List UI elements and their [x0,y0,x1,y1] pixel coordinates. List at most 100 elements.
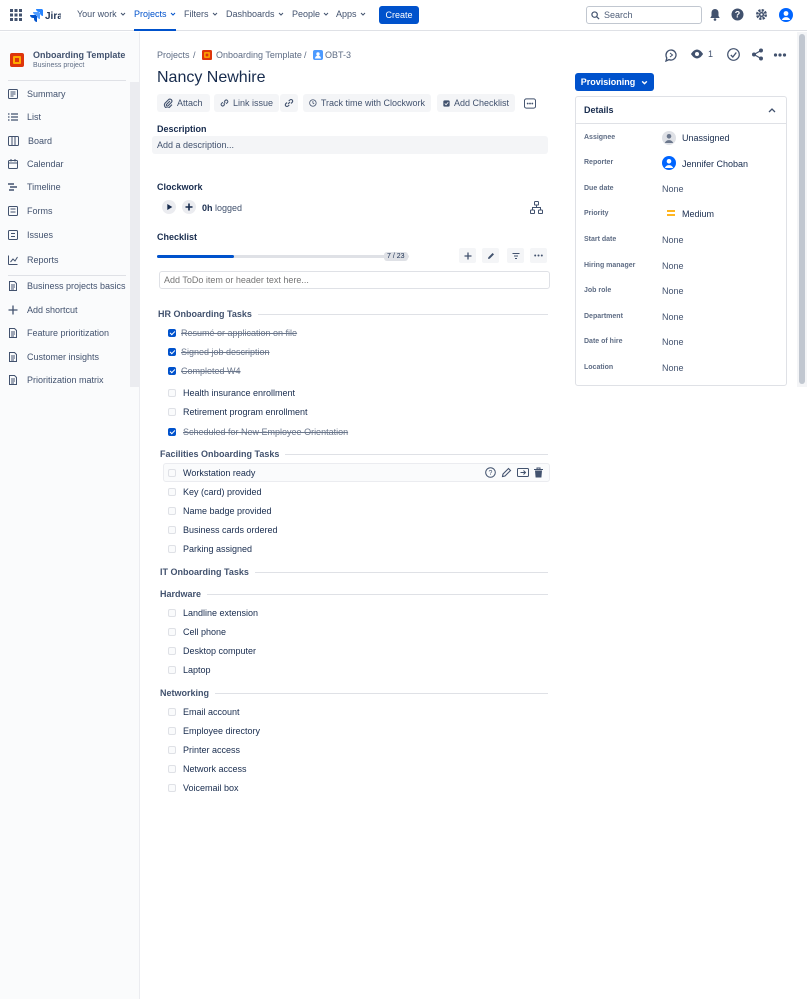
start-timer-icon[interactable] [162,200,176,214]
sidebar-item-board[interactable]: Board [8,131,126,151]
details-header[interactable]: Details [576,97,786,124]
checklist-item[interactable]: Landline extension [183,608,258,618]
due-date-value[interactable]: None [662,184,684,194]
item-checkbox[interactable] [168,488,176,496]
item-checkbox[interactable] [168,784,176,792]
item-checkbox[interactable] [168,746,176,754]
log-work-icon[interactable] [182,200,196,214]
jira-logo[interactable]: Jira [29,8,61,22]
checklist-item[interactable]: Parking assigned [183,544,252,554]
checklist-header-hr[interactable]: HR Onboarding Tasks [158,309,258,319]
item-checkbox[interactable] [168,647,176,655]
nav-your-work[interactable]: Your work [77,9,126,19]
job-role-value[interactable]: None [662,286,684,296]
checklist-item[interactable]: Scheduled for New Employee Orientation [183,427,348,437]
checklist-item[interactable]: Signed job description [181,347,270,357]
apps-button[interactable] [520,94,540,112]
issue-title[interactable]: Nancy Newhire [157,69,265,87]
item-move-icon[interactable] [517,467,529,478]
project-avatar[interactable] [10,53,24,67]
nav-apps[interactable]: Apps [336,9,366,19]
location-value[interactable]: None [662,363,684,373]
watch-button[interactable]: 1 [690,48,713,60]
item-checkbox[interactable] [168,727,176,735]
item-checkbox[interactable] [168,628,176,636]
user-avatar[interactable] [779,8,793,22]
search-box[interactable] [586,6,702,24]
item-checkbox[interactable] [168,765,176,773]
app-switcher-icon[interactable] [10,9,22,21]
details-scrollbar-thumb[interactable] [799,34,805,384]
checklist-item[interactable]: Health insurance enrollment [183,388,295,398]
status-button[interactable]: Provisioning [575,73,654,91]
notifications-icon[interactable] [709,8,721,21]
sidebar-item-list[interactable]: List [8,107,126,127]
sidebar-item-forms[interactable]: Forms [8,201,126,221]
nav-projects[interactable]: Projects [134,9,176,31]
attach-button[interactable]: Attach [157,94,210,112]
help-icon[interactable]: ? [731,8,744,21]
item-checkbox[interactable] [168,545,176,553]
start-date-value[interactable]: None [662,235,684,245]
item-checkbox[interactable] [168,666,176,674]
reporter-value[interactable]: Jennifer Choban [682,159,748,169]
checklist-item[interactable]: Network access [183,764,247,774]
checklist-item[interactable]: Business cards ordered [183,525,278,535]
create-button[interactable]: Create [379,6,419,24]
item-checkbox[interactable] [168,507,176,515]
hiring-manager-value[interactable]: None [662,261,684,271]
sidebar-item-issues[interactable]: Issues [8,225,126,245]
settings-icon[interactable] [755,8,768,21]
checklist-item[interactable]: Retirement program enrollment [183,407,308,417]
item-checkbox[interactable] [168,329,176,337]
breadcrumb-issue-key[interactable]: OBT-3 [325,50,351,60]
reporter-avatar[interactable] [662,156,676,170]
item-checkbox[interactable] [168,609,176,617]
item-checkbox[interactable] [168,469,176,477]
sidebar-item-summary[interactable]: Summary [8,84,126,104]
sidebar-item-business-projects-basics[interactable]: Business projects basics [8,276,126,296]
checklist-item[interactable]: Desktop computer [183,646,256,656]
sidebar-item-feature-prioritization[interactable]: Feature prioritization [8,323,126,343]
description-field[interactable]: Add a description... [152,136,548,154]
sidebar-item-calendar[interactable]: Calendar [8,154,126,174]
unassigned-avatar[interactable] [662,131,676,145]
share-icon[interactable] [751,48,764,61]
add-todo-input[interactable] [159,271,550,289]
track-time-button[interactable]: Track time with Clockwork [303,94,431,112]
checklist-item[interactable]: Printer access [183,745,240,755]
checklist-header-networking[interactable]: Networking [160,688,216,698]
item-checkbox[interactable] [168,428,176,436]
item-delete-icon[interactable] [533,467,544,478]
filter-checklist-button[interactable] [507,248,524,263]
sidebar-scrollbar[interactable] [130,82,140,387]
item-checkbox[interactable] [168,408,176,416]
link-dropdown-button[interactable] [280,94,298,112]
breadcrumb-projects[interactable]: Projects [157,50,190,60]
sidebar-item-add-shortcut[interactable]: Add shortcut [8,300,126,320]
search-input[interactable] [604,10,694,20]
vote-icon[interactable] [727,48,740,61]
nav-filters[interactable]: Filters [184,9,218,19]
item-checkbox[interactable] [168,348,176,356]
sidebar-item-prioritization-matrix[interactable]: Prioritization matrix [8,370,126,390]
checklist-item[interactable]: Email account [183,707,240,717]
checklist-item[interactable]: Workstation ready [183,468,255,478]
checklist-item[interactable]: Voicemail box [183,783,239,793]
worklog-tree-icon[interactable] [530,201,543,214]
sidebar-item-timeline[interactable]: Timeline [8,177,126,197]
date-of-hire-value[interactable]: None [662,337,684,347]
checklist-item[interactable]: Completed W4 [181,366,241,376]
nav-dashboards[interactable]: Dashboards [226,9,284,19]
feedback-icon[interactable] [664,48,678,62]
checklist-header-hardware[interactable]: Hardware [160,589,208,599]
item-checkbox[interactable] [168,389,176,397]
nav-people[interactable]: People [292,9,329,19]
sidebar-item-customer-insights[interactable]: Customer insights [8,347,126,367]
item-checkbox[interactable] [168,526,176,534]
checklist-more-button[interactable] [530,248,547,263]
checklist-item[interactable]: Key (card) provided [183,487,262,497]
more-actions-icon[interactable] [773,48,787,62]
item-edit-icon[interactable] [501,467,512,478]
add-checklist-button[interactable]: Add Checklist [437,94,515,112]
